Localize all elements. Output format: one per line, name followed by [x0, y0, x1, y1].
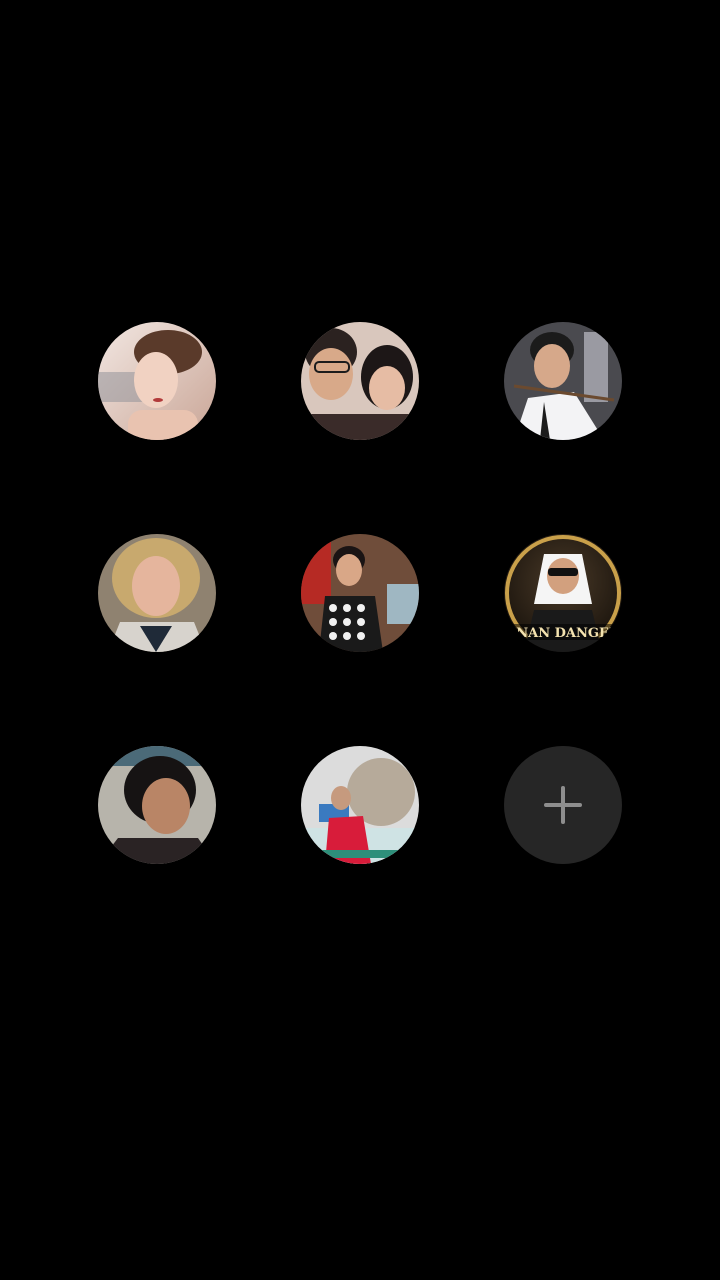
logo-text: ENAN DANGER — [506, 626, 620, 641]
contact-avatar-5[interactable] — [301, 534, 419, 652]
contact-avatar-6[interactable]: ENAN DANGER — [504, 534, 622, 652]
contacts-grid-screen: ENAN DANGER — [0, 0, 720, 1280]
add-contact-button[interactable] — [504, 746, 622, 864]
contact-avatar-4[interactable] — [98, 534, 216, 652]
contact-avatar-2[interactable] — [301, 322, 419, 440]
contact-avatar-3[interactable] — [504, 322, 622, 440]
avatar-photo-icon — [98, 322, 216, 440]
avatar-photo-icon — [301, 746, 419, 864]
plus-icon — [544, 786, 582, 824]
avatar-photo-icon — [98, 534, 216, 652]
avatar-photo-icon — [301, 534, 419, 652]
contact-avatar-1[interactable] — [98, 322, 216, 440]
avatar-photo-icon — [504, 322, 622, 440]
contact-avatar-8[interactable] — [301, 746, 419, 864]
contact-avatar-7[interactable] — [98, 746, 216, 864]
avatar-photo-icon — [301, 322, 419, 440]
avatar-photo-icon: ENAN DANGER — [504, 534, 622, 652]
avatar-photo-icon — [98, 746, 216, 864]
